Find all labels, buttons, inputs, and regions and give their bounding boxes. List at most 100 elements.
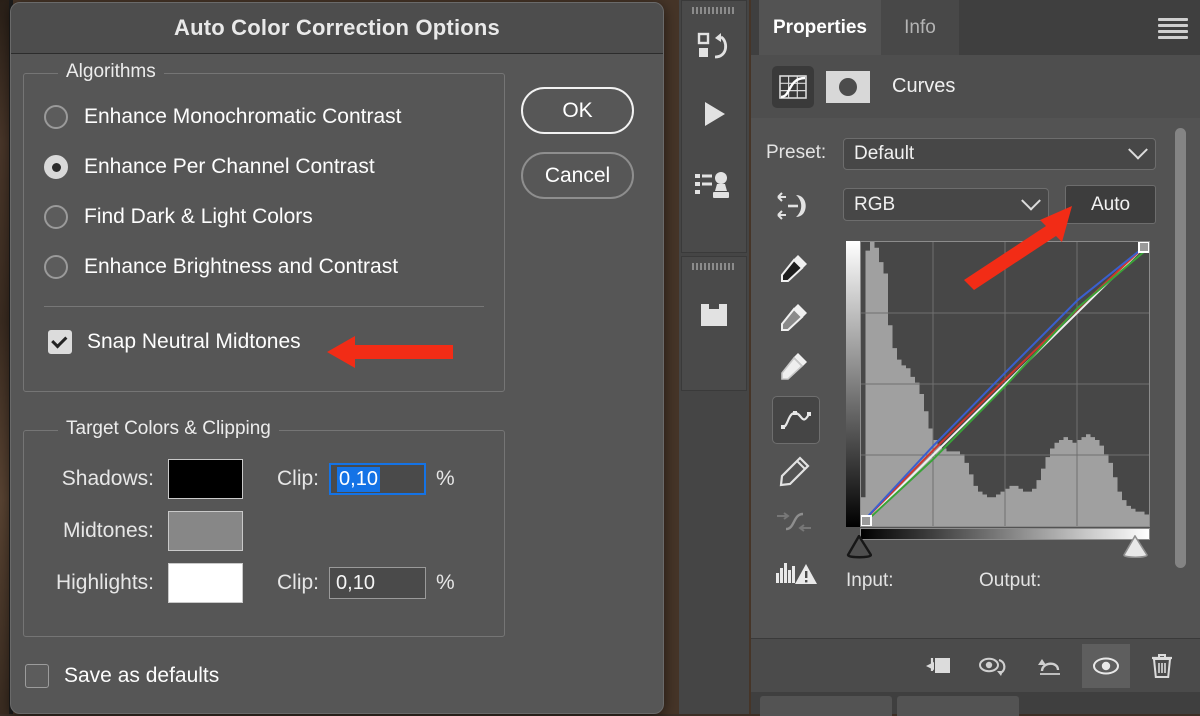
highlights-clip-input[interactable]: 0,10 [329, 567, 426, 599]
shadows-color-swatch[interactable] [168, 459, 243, 499]
input-label: Input: [846, 570, 894, 591]
eyedropper-white-point-icon[interactable] [772, 344, 816, 388]
auto-button[interactable]: Auto [1065, 185, 1156, 224]
black-point-slider[interactable] [846, 535, 872, 559]
dock-group-libraries [681, 256, 747, 391]
ok-button[interactable]: OK [521, 87, 634, 134]
cancel-button[interactable]: Cancel [521, 152, 634, 199]
radio-indicator[interactable] [44, 155, 68, 179]
hamburger-menu-icon[interactable] [1158, 18, 1188, 42]
properties-scrollbar[interactable] [1174, 128, 1187, 633]
smooth-curve-icon[interactable] [772, 500, 816, 544]
libraries-box-icon[interactable] [682, 280, 746, 350]
shadows-clip-label: Clip: [277, 467, 319, 491]
reset-adjustment-icon[interactable] [1026, 644, 1074, 688]
checkbox-snap-neutral-midtones[interactable]: Snap Neutral Midtones [48, 330, 301, 354]
radio-enhance-per-channel-contrast[interactable]: Enhance Per Channel Contrast [44, 142, 484, 192]
play-action-icon[interactable] [682, 78, 746, 150]
output-readout: Output: [979, 570, 1041, 592]
radio-enhance-brightness-and-contrast[interactable]: Enhance Brightness and Contrast [44, 242, 484, 292]
adjustment-name: Curves [892, 75, 955, 98]
panel-grip-icon[interactable] [692, 263, 736, 270]
channel-value: RGB [854, 194, 895, 216]
toggle-visibility-icon[interactable] [1082, 644, 1130, 688]
checkbox-indicator[interactable] [48, 330, 72, 354]
highlights-clip-value: 0,10 [336, 572, 375, 595]
dialog-titlebar: Auto Color Correction Options [11, 3, 663, 54]
scrollbar-thumb[interactable] [1175, 128, 1186, 568]
checkbox-save-as-defaults[interactable]: Save as defaults [25, 664, 219, 688]
delete-adjustment-icon[interactable] [1138, 644, 1186, 688]
panel-tab-strip: Properties Info [751, 0, 1200, 55]
history-undo-icon[interactable] [682, 16, 746, 78]
row-shadows: Shadows: Clip: 0,10 % [24, 453, 504, 505]
radio-label: Enhance Monochromatic Contrast [84, 105, 402, 129]
row-midtones: Midtones: [24, 505, 504, 557]
curve-point-tool-icon[interactable] [772, 396, 820, 444]
eyedropper-black-point-icon[interactable] [772, 246, 816, 290]
shadows-clip-unit: % [436, 467, 455, 491]
checkbox-label: Snap Neutral Midtones [87, 330, 301, 354]
highlights-color-swatch[interactable] [168, 563, 243, 603]
target-colors-clipping-group: Target Colors & Clipping Shadows: Clip: … [23, 430, 505, 637]
output-label: Output: [979, 570, 1041, 591]
highlights-clip-label: Clip: [277, 571, 319, 595]
chevron-down-icon [1021, 190, 1041, 210]
collapsed-panel-dock [679, 0, 749, 714]
white-point-slider[interactable] [1122, 535, 1148, 559]
view-previous-state-icon[interactable] [970, 644, 1018, 688]
checkbox-indicator[interactable] [25, 664, 49, 688]
channel-select[interactable]: RGB [843, 188, 1049, 221]
preset-select[interactable]: Default [843, 138, 1156, 170]
shadows-clip-value: 0,10 [337, 467, 380, 492]
clip-to-layer-icon[interactable] [914, 644, 962, 688]
radio-indicator[interactable] [44, 255, 68, 279]
algorithms-divider [44, 306, 484, 307]
radio-indicator[interactable] [44, 105, 68, 129]
tab-properties[interactable]: Properties [759, 0, 881, 55]
auto-color-correction-dialog: Auto Color Correction Options Algorithms… [10, 2, 664, 714]
input-readout: Input: [846, 570, 894, 592]
radio-label: Enhance Per Channel Contrast [84, 155, 375, 179]
adjustment-header: Curves [751, 55, 1200, 119]
tab-info[interactable]: Info [881, 0, 959, 55]
document-canvas-edge [0, 0, 9, 714]
properties-footer-toolbar [751, 638, 1200, 693]
radio-enhance-monochromatic-contrast[interactable]: Enhance Monochromatic Contrast [44, 92, 484, 142]
page-title: Auto Color Correction Options [174, 15, 500, 41]
preset-label: Preset: [766, 142, 826, 163]
output-gradient-bar [846, 241, 860, 527]
bottom-tab-2[interactable] [897, 696, 1019, 716]
input-gradient-bar [860, 528, 1150, 540]
radio-indicator[interactable] [44, 205, 68, 229]
panel-grip-icon[interactable] [692, 7, 736, 14]
algorithms-group-legend: Algorithms [58, 61, 164, 83]
curve-plot[interactable] [861, 242, 1149, 526]
curves-adjustment-icon[interactable] [772, 66, 814, 108]
target-colors-group-legend: Target Colors & Clipping [58, 418, 279, 440]
chevron-down-icon [1128, 140, 1148, 160]
radio-label: Find Dark & Light Colors [84, 205, 313, 229]
algorithms-group: Algorithms Enhance Monochromatic Contras… [23, 73, 505, 392]
curve-target-adjust-icon[interactable] [772, 184, 816, 228]
checkbox-label: Save as defaults [64, 664, 219, 688]
shadows-clip-input[interactable]: 0,10 [329, 463, 426, 495]
eyedropper-gray-point-icon[interactable] [772, 295, 816, 339]
bottom-tab-1[interactable] [760, 696, 892, 716]
shadows-label: Shadows: [24, 467, 154, 491]
row-highlights: Highlights: Clip: 0,10 % [24, 557, 504, 609]
actions-stamp-icon[interactable] [682, 150, 746, 222]
auto-button-label: Auto [1091, 194, 1130, 216]
midtones-label: Midtones: [24, 519, 154, 543]
midtones-color-swatch[interactable] [168, 511, 243, 551]
layer-mask-thumbnail[interactable] [826, 71, 870, 103]
preset-row: Preset: [766, 142, 826, 164]
highlights-clip-unit: % [436, 571, 455, 595]
radio-find-dark-and-light-colors[interactable]: Find Dark & Light Colors [44, 192, 484, 242]
bottom-panel-tabs [751, 692, 1200, 714]
curve-grid[interactable] [860, 241, 1150, 527]
cancel-button-label: Cancel [545, 164, 610, 188]
tab-label: Info [904, 17, 936, 39]
histogram-warning-icon[interactable] [772, 552, 822, 596]
pencil-draw-curve-icon[interactable] [772, 450, 816, 494]
